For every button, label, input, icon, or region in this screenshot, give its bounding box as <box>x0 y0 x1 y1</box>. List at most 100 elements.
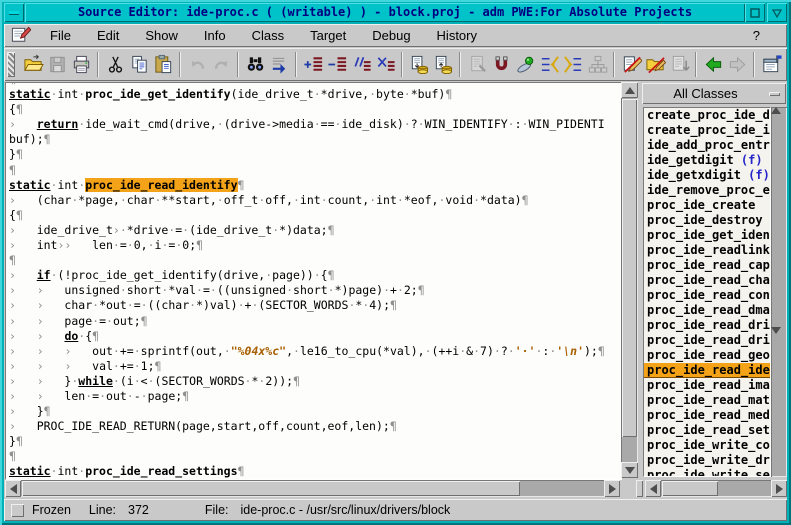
code-line: }¶ <box>9 147 621 162</box>
window-title: Source Editor: ide-proc.c ( (writable) )… <box>25 3 745 22</box>
scroll-right-button[interactable] <box>771 480 787 497</box>
toolbar <box>4 48 787 81</box>
class-list-item[interactable]: proc_ide_read_dma <box>644 303 770 318</box>
shift-left-button[interactable] <box>325 51 349 79</box>
class-list-item[interactable]: proc_ide_read_dri <box>644 333 770 348</box>
toggle-file-writable-icon <box>621 54 642 75</box>
class-list-item[interactable]: proc_ide_read_cha <box>644 273 770 288</box>
scroll-down-button[interactable] <box>771 327 787 342</box>
window-menu-button[interactable] <box>4 3 24 22</box>
class-list-item[interactable]: proc_ide_read_set <box>644 423 770 438</box>
toolbar-separator <box>401 52 403 77</box>
class-list-item[interactable]: ide_remove_proc_e <box>644 183 770 198</box>
grep-button[interactable] <box>489 51 513 79</box>
comment-button[interactable] <box>349 51 373 79</box>
cut-button[interactable] <box>103 51 127 79</box>
menu-file[interactable]: File <box>37 25 84 46</box>
menu-info[interactable]: Info <box>191 25 239 46</box>
scrollbar-thumb[interactable] <box>771 122 785 327</box>
class-list-item[interactable]: proc_ide_read_ima <box>644 378 770 393</box>
class-list[interactable]: create_proc_ide_dcreate_proc_ide_iide_ad… <box>643 107 771 477</box>
pane-splitter[interactable] <box>636 480 643 497</box>
class-list-item[interactable]: proc_ide_read_geo <box>644 348 770 363</box>
scroll-up-button[interactable] <box>771 107 787 122</box>
open-file-icon <box>23 54 44 75</box>
class-list-item[interactable]: proc_ide_readlink <box>644 243 770 258</box>
scroll-up-button[interactable] <box>621 82 638 98</box>
menu-debug[interactable]: Debug <box>359 25 423 46</box>
menu-edit[interactable]: Edit <box>84 25 132 46</box>
check-in-button[interactable] <box>407 51 431 79</box>
class-list-item[interactable]: ide_getdigit (f) <box>644 153 770 168</box>
class-filter-dropdown[interactable]: All Classes <box>642 83 786 104</box>
class-list-item[interactable]: ide_add_proc_entr <box>644 138 770 153</box>
class-list-item[interactable]: proc_ide_read_ide <box>644 363 770 378</box>
show-callees-icon <box>563 54 584 75</box>
scroll-right-button[interactable] <box>604 480 620 497</box>
show-callees-button[interactable] <box>561 51 585 79</box>
code-line: › return·ide_wait_cmd(drive,·(drive->med… <box>9 117 621 132</box>
print-button[interactable] <box>69 51 93 79</box>
copy-button[interactable] <box>127 51 151 79</box>
menu-class[interactable]: Class <box>239 25 298 46</box>
class-list-item[interactable]: proc_ide_write_se <box>644 468 770 477</box>
parse-button <box>465 51 489 79</box>
history-forward-button <box>725 51 749 79</box>
maximize-button[interactable] <box>745 3 765 22</box>
scroll-down-button[interactable] <box>621 462 638 478</box>
reload-file-icon <box>669 54 690 75</box>
menu-target[interactable]: Target <box>297 25 359 46</box>
open-file-button[interactable] <box>21 51 45 79</box>
menu-show[interactable]: Show <box>132 25 191 46</box>
goto-line-button[interactable] <box>267 51 291 79</box>
class-list-item[interactable]: proc_ide_write_dr <box>644 453 770 468</box>
run-target-button[interactable] <box>513 51 537 79</box>
scroll-left-button[interactable] <box>5 480 21 497</box>
shade-button[interactable] <box>767 3 787 22</box>
class-list-vertical-scrollbar[interactable] <box>771 107 787 477</box>
menu-history[interactable]: History <box>424 25 490 46</box>
class-list-horizontal-scrollbar[interactable] <box>645 480 787 497</box>
toggle-file-writable-button[interactable] <box>619 51 643 79</box>
class-list-item[interactable]: proc_ide_read_con <box>644 288 770 303</box>
scroll-left-button[interactable] <box>645 480 661 497</box>
code-line: {¶ <box>9 208 621 223</box>
class-list-item[interactable]: ide_getxdigit (f) <box>644 168 770 183</box>
class-list-item[interactable]: proc_ide_read_mat <box>644 393 770 408</box>
editor-vertical-scrollbar[interactable] <box>621 82 638 478</box>
toolbar-grip[interactable] <box>7 52 15 77</box>
class-list-item[interactable]: proc_ide_write_co <box>644 438 770 453</box>
shift-right-button[interactable] <box>301 51 325 79</box>
run-target-icon <box>515 54 536 75</box>
class-list-item[interactable]: proc_ide_get_iden <box>644 228 770 243</box>
save-button <box>45 51 69 79</box>
class-list-item[interactable]: create_proc_ide_d <box>644 108 770 123</box>
menu-help[interactable]: ? <box>740 25 773 46</box>
scrollbar-thumb[interactable] <box>662 481 718 496</box>
toggle-dir-writable-button[interactable] <box>643 51 667 79</box>
class-list-item[interactable]: proc_ide_read_cap <box>644 258 770 273</box>
class-list-item[interactable]: proc_ide_read_dri <box>644 318 770 333</box>
titlebar[interactable]: Source Editor: ide-proc.c ( (writable) )… <box>4 3 787 22</box>
shift-right-icon <box>303 54 324 75</box>
status-bar: Frozen Line: 372 File: ide-proc.c - /usr… <box>4 499 787 521</box>
code-editor[interactable]: ¶static·int·proc_ide_get_identify(ide_dr… <box>5 82 622 480</box>
editor-horizontal-scrollbar[interactable] <box>5 480 620 497</box>
properties-button[interactable] <box>759 51 783 79</box>
scrollbar-thumb[interactable] <box>622 99 637 437</box>
show-callers-button[interactable] <box>537 51 561 79</box>
class-list-item[interactable]: proc_ide_create <box>644 198 770 213</box>
file-path-value: ide-proc.c - /usr/src/linux/drivers/bloc… <box>241 503 451 517</box>
frozen-toggle[interactable] <box>11 504 24 517</box>
uncomment-button[interactable] <box>373 51 397 79</box>
class-list-item[interactable]: proc_ide_destroy <box>644 213 770 228</box>
class-list-item[interactable]: create_proc_ide_i <box>644 123 770 138</box>
find-button[interactable] <box>243 51 267 79</box>
toolbar-separator <box>97 52 99 77</box>
scrollbar-thumb[interactable] <box>22 481 520 496</box>
class-list-item[interactable]: proc_ide_read_med <box>644 408 770 423</box>
check-out-button[interactable] <box>431 51 455 79</box>
history-back-button[interactable] <box>701 51 725 79</box>
paste-button[interactable] <box>151 51 175 79</box>
print-icon <box>71 54 92 75</box>
